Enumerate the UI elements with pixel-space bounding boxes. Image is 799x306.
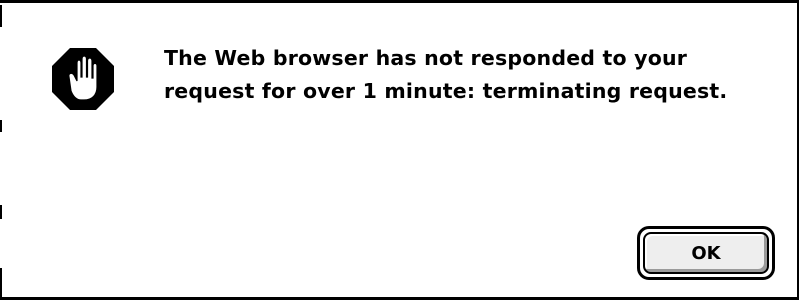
dialog-border-left-segment [0,120,2,132]
ok-button-label[interactable]: OK [643,232,769,274]
dialog-border-left-segment [0,205,2,219]
dialog-border-top [0,0,799,3]
alert-message-line: The Web browser has not responded to you… [164,46,688,70]
dialog-border-bottom [0,297,799,300]
alert-message: The Web browser has not responded to you… [164,42,789,108]
stop-hand-icon [52,48,114,110]
dialog-border-left-segment [0,268,2,298]
dialog-border-left-segment [0,5,2,27]
alert-dialog: The Web browser has not responded to you… [0,0,799,306]
ok-button[interactable]: OK [637,226,775,280]
alert-message-line: request for over 1 minute: terminating r… [164,79,728,103]
